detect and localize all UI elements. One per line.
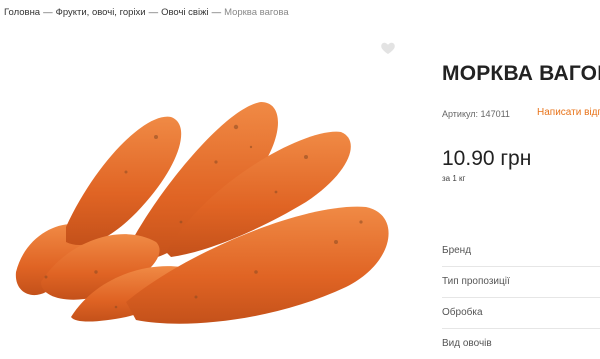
breadcrumb-fruits-vegetables[interactable]: Фрукти, овочі, горіхи — [56, 7, 146, 18]
breadcrumb-home[interactable]: Головна — [4, 7, 40, 18]
attribute-processing[interactable]: Обробка — [442, 297, 600, 328]
breadcrumb: Головна — Фрукти, овочі, горіхи — Овочі свіж… — [4, 7, 289, 18]
carrot-shape — [15, 102, 389, 324]
price-unit: за 1 кг — [442, 174, 466, 183]
breadcrumb-separator: — — [43, 7, 53, 18]
product-image — [6, 92, 396, 332]
write-review-link[interactable]: Написати відгук — [537, 107, 600, 118]
product-title: МОРКВА ВАГОВА — [442, 62, 600, 85]
breadcrumb-current: Морква вагова — [224, 7, 289, 18]
breadcrumb-separator: — — [211, 7, 222, 18]
breadcrumb-fresh-vegetables[interactable]: Овочі свіжі — [161, 7, 208, 18]
attribute-brand[interactable]: Бренд — [442, 236, 600, 266]
attribute-offer-type[interactable]: Тип пропозиції — [442, 266, 600, 297]
breadcrumb-separator: — — [148, 7, 159, 18]
product-sku: Артикул: 147011 — [442, 109, 510, 119]
product-price: 10.90 грн — [442, 147, 532, 170]
heart-icon[interactable] — [380, 40, 396, 56]
